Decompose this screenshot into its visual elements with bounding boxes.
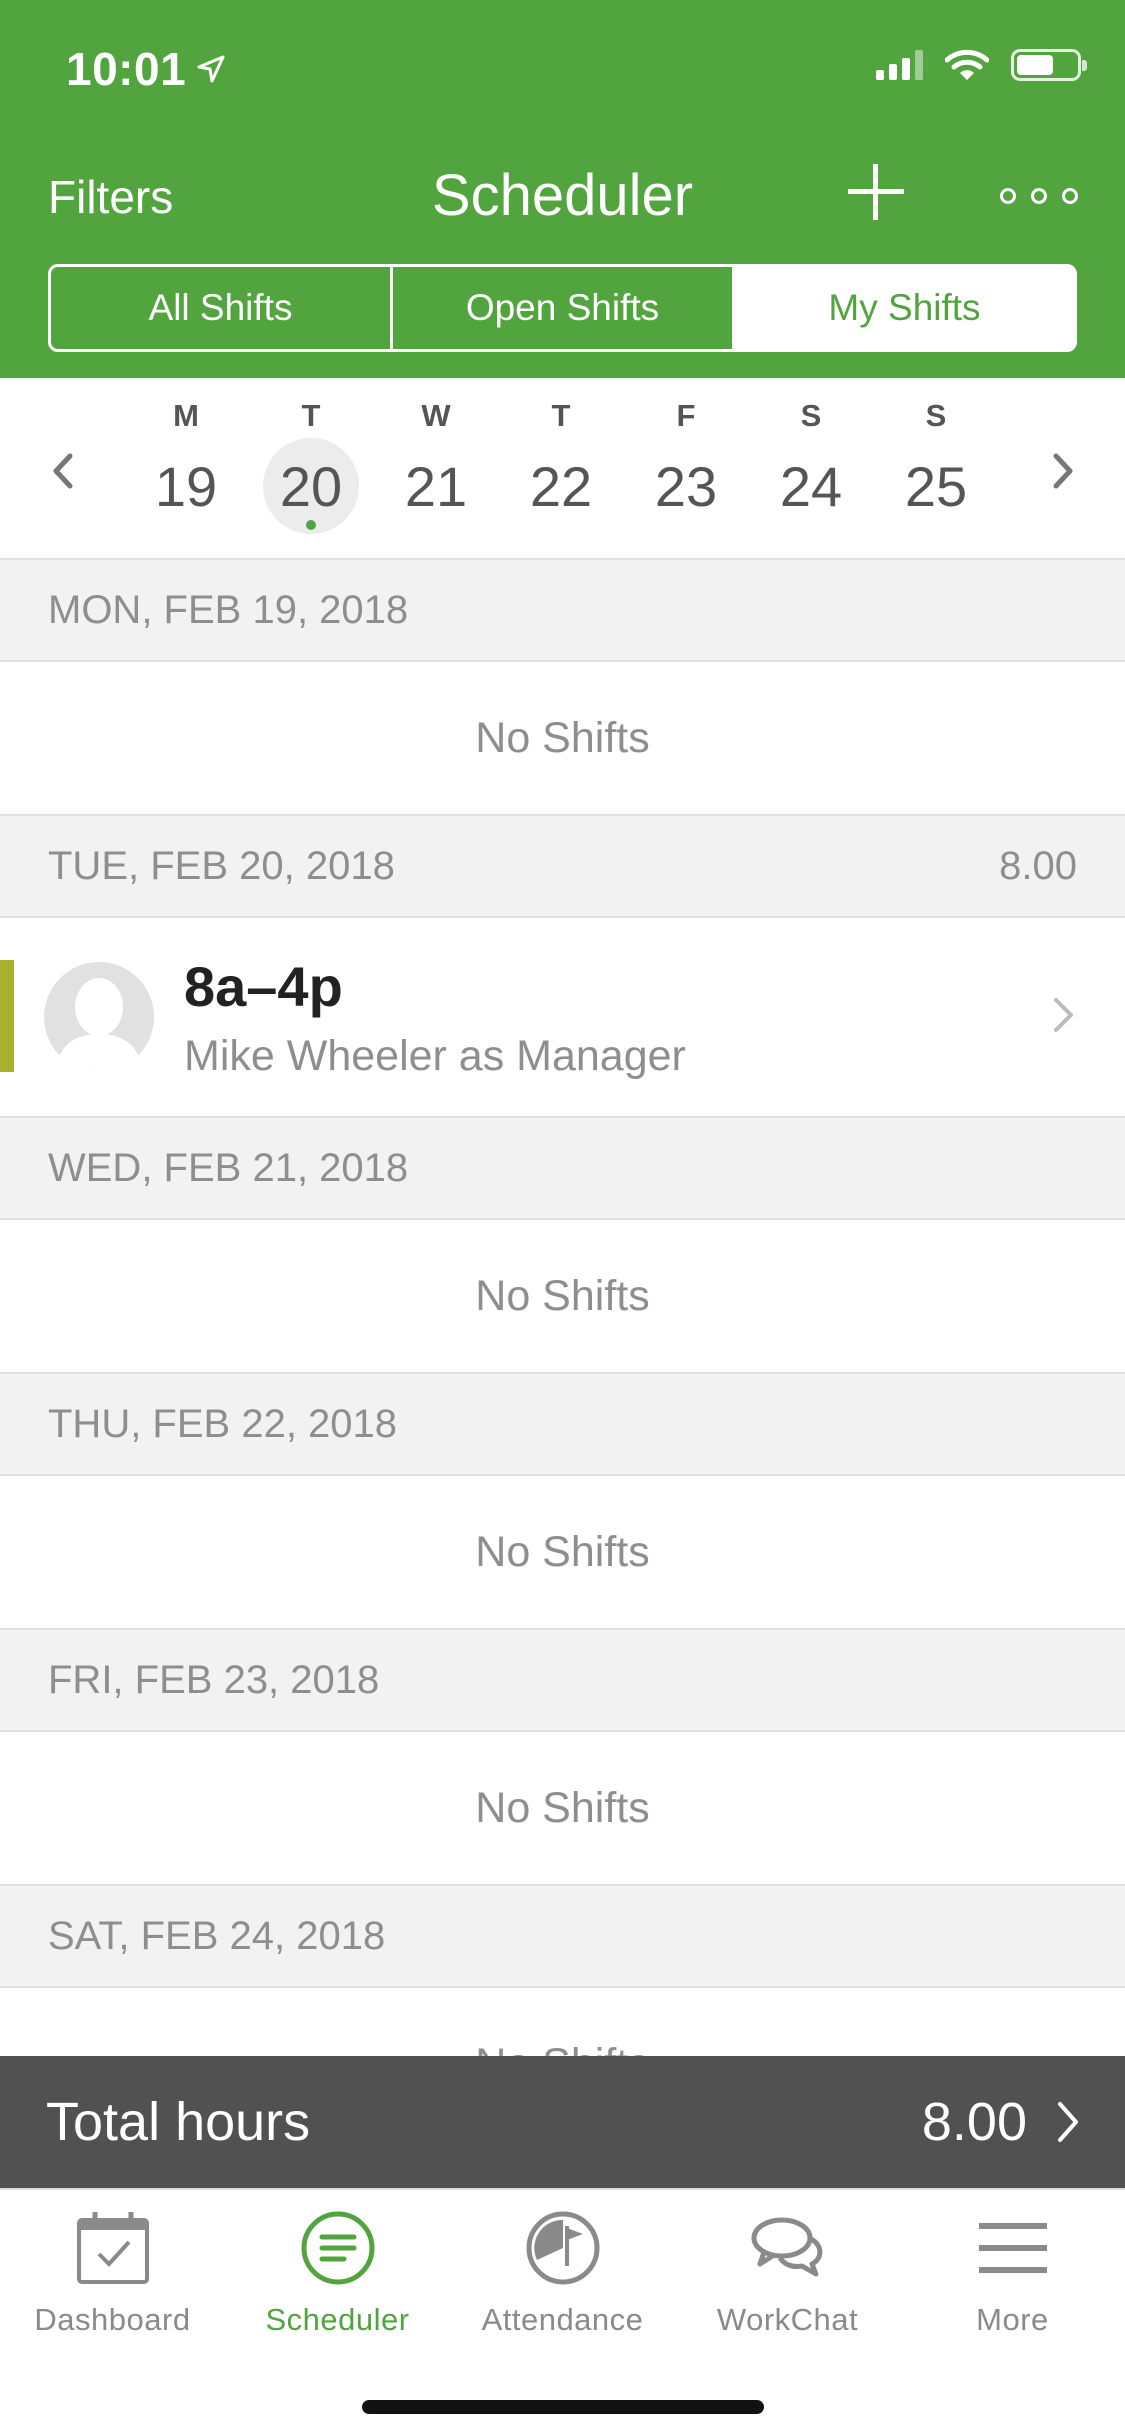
tab-label: Attendance	[481, 2302, 644, 2337]
no-shifts-text: No Shifts	[0, 1732, 1125, 1884]
day-letter: S	[925, 398, 947, 433]
today-dot	[306, 520, 316, 530]
location-arrow-icon	[197, 55, 225, 83]
shift-row[interactable]: 8a–4p Mike Wheeler as Manager	[0, 918, 1125, 1116]
tab-scheduler[interactable]: Scheduler	[225, 2208, 450, 2338]
week-day-wed[interactable]: W 21	[376, 398, 496, 534]
day-number: 25	[904, 454, 968, 518]
day-letter: M	[173, 398, 199, 433]
shift-filter-segmented-control: All Shifts Open Shifts My Shifts	[48, 264, 1077, 352]
no-shifts-text: No Shifts	[0, 662, 1125, 814]
day-number: 22	[529, 454, 593, 518]
avatar	[44, 962, 154, 1072]
calendar-check-icon	[73, 2208, 153, 2288]
scheduler-icon	[298, 2208, 378, 2288]
status-indicators	[876, 48, 1087, 82]
signal-icon	[876, 50, 923, 80]
day-number: 19	[154, 454, 218, 518]
day-section-header: TUE, FEB 20, 2018 8.00	[0, 814, 1125, 918]
page-title-text: Scheduler	[431, 163, 694, 228]
wifi-icon	[945, 49, 989, 80]
total-hours-label: Total hours	[46, 2092, 311, 2152]
day-section-header: SAT, FEB 24, 2018	[0, 1884, 1125, 1988]
no-shifts-text: No Shifts	[0, 1476, 1125, 1628]
week-day-fri[interactable]: F 23	[626, 398, 746, 534]
week-day-thu[interactable]: T 22	[501, 398, 621, 534]
day-section-header: MON, FEB 19, 2018	[0, 558, 1125, 662]
chat-bubbles-icon	[748, 2208, 828, 2288]
week-day-tue[interactable]: T 20	[251, 398, 371, 534]
day-section-header: FRI, FEB 23, 2018	[0, 1628, 1125, 1732]
day-number: 21	[404, 454, 468, 518]
week-strip: M 19 T 20 W 21 T 22 F 23 S 24 S 25	[0, 378, 1125, 558]
person-silhouette-icon	[56, 978, 142, 1072]
section-date: WED, FEB 21, 2018	[48, 1145, 409, 1190]
tab-label: More	[976, 2302, 1049, 2337]
tab-label: Dashboard	[34, 2302, 191, 2337]
tab-label: WorkChat	[716, 2302, 859, 2337]
tab-more[interactable]: More	[900, 2208, 1125, 2338]
hamburger-icon	[973, 2208, 1053, 2288]
shift-time: 8a–4p	[184, 955, 343, 1018]
tab-all-shifts[interactable]: All Shifts	[51, 267, 393, 349]
day-number: 23	[654, 454, 718, 518]
section-date: THU, FEB 22, 2018	[48, 1401, 398, 1446]
total-hours-value-group: 8.00	[922, 2091, 1081, 2153]
total-hours-value: 8.00	[921, 2092, 1027, 2152]
filters-button[interactable]: Filters	[48, 170, 173, 224]
week-day-sat[interactable]: S 24	[751, 398, 871, 534]
section-date: FRI, FEB 23, 2018	[48, 1657, 380, 1702]
bottom-tab-bar: Dashboard Scheduler Attendance WorkChat …	[0, 2188, 1125, 2436]
day-letter: T	[301, 398, 321, 433]
shift-color-bar	[0, 960, 14, 1072]
clock-flag-icon	[523, 2208, 603, 2288]
tab-open-shifts[interactable]: Open Shifts	[393, 267, 735, 349]
battery-icon	[1011, 49, 1087, 81]
status-time-text: 10:01	[66, 43, 187, 95]
total-hours-bar[interactable]: Total hours 8.00	[0, 2056, 1125, 2188]
day-letter: T	[551, 398, 571, 433]
tab-attendance[interactable]: Attendance	[450, 2208, 675, 2338]
tab-my-shifts[interactable]: My Shifts	[735, 267, 1074, 349]
app-header: 10:01 Filters Scheduler All Shifts Open …	[0, 0, 1125, 378]
section-date: SAT, FEB 24, 2018	[48, 1913, 386, 1958]
day-section-header: THU, FEB 22, 2018	[0, 1372, 1125, 1476]
day-section-header: WED, FEB 21, 2018	[0, 1116, 1125, 1220]
week-day-mon[interactable]: M 19	[126, 398, 246, 534]
chevron-left-icon[interactable]	[44, 446, 84, 496]
home-indicator[interactable]	[362, 2400, 764, 2414]
tab-workchat[interactable]: WorkChat	[675, 2208, 900, 2338]
shift-employee-role: Mike Wheeler as Manager	[184, 1032, 686, 1080]
section-date: TUE, FEB 20, 2018	[48, 843, 395, 888]
week-day-sun[interactable]: S 25	[876, 398, 996, 534]
shift-list[interactable]: MON, FEB 19, 2018 No Shifts TUE, FEB 20,…	[0, 558, 1125, 2056]
day-letter: F	[676, 398, 696, 433]
ellipsis-icon[interactable]	[1000, 188, 1078, 204]
chevron-right-icon[interactable]	[1042, 446, 1082, 496]
section-hours: 8.00	[999, 843, 1077, 888]
tab-label: Scheduler	[265, 2302, 410, 2337]
section-date: MON, FEB 19, 2018	[48, 587, 409, 632]
day-number: 24	[779, 454, 843, 518]
day-letter: S	[800, 398, 822, 433]
chevron-right-icon	[1058, 2102, 1078, 2142]
status-time: 10:01	[66, 42, 226, 96]
no-shifts-text: No Shifts	[0, 1988, 1125, 2056]
chevron-right-icon	[1054, 998, 1073, 1032]
plus-icon[interactable]	[846, 162, 906, 222]
tab-dashboard[interactable]: Dashboard	[0, 2208, 225, 2338]
no-shifts-text: No Shifts	[0, 1220, 1125, 1372]
day-letter: W	[421, 398, 451, 433]
